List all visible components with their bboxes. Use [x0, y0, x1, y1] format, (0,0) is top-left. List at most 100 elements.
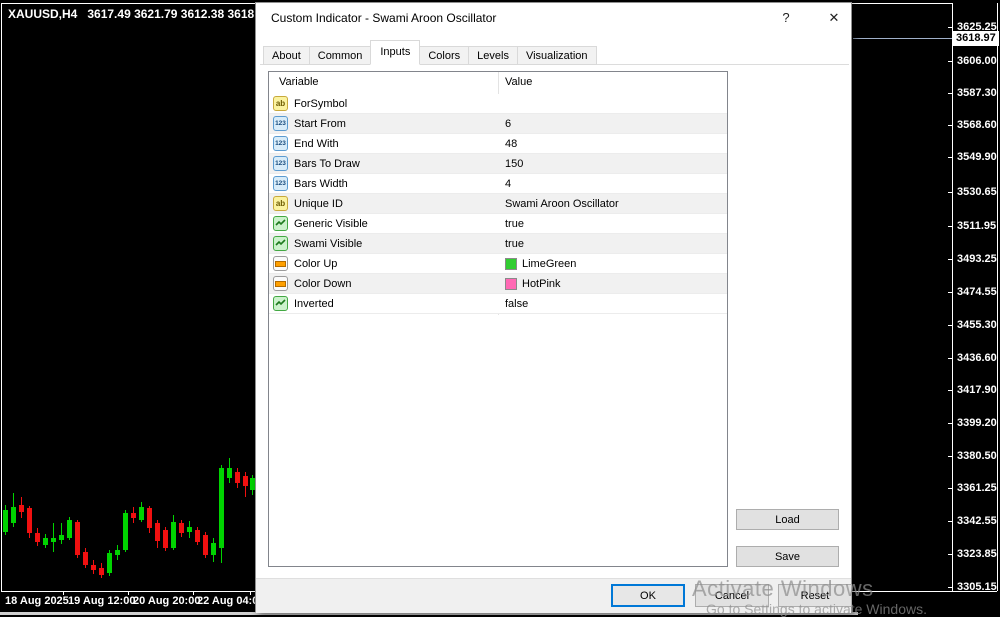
ok-button[interactable]: OK: [611, 584, 685, 607]
custom-indicator-dialog: Custom Indicator - Swami Aroon Oscillato…: [255, 2, 852, 613]
color-type-icon: [273, 256, 288, 271]
tab-levels[interactable]: Levels: [468, 46, 518, 65]
param-value-cell: true: [505, 234, 725, 253]
tab-about[interactable]: About: [263, 46, 310, 65]
candle-body: [67, 520, 72, 538]
time-tick: [193, 591, 194, 595]
candle-body: [3, 510, 8, 532]
param-value: 150: [505, 157, 524, 170]
candle-body: [83, 552, 88, 565]
price-tick: [948, 358, 953, 359]
price-tick: [948, 259, 953, 260]
param-row-swami-visible[interactable]: Swami Visible true: [269, 234, 727, 254]
time-label: 20 Aug 20:00: [133, 595, 201, 607]
tab-inputs[interactable]: Inputs: [370, 40, 421, 65]
param-row-generic-visible[interactable]: Generic Visible true: [269, 214, 727, 234]
param-value: false: [505, 297, 529, 310]
param-value: HotPink: [522, 277, 561, 290]
param-row-end-with[interactable]: 123 End With 48: [269, 134, 727, 154]
candle-body: [19, 505, 24, 512]
param-name: Inverted: [294, 297, 334, 310]
param-name: Color Down: [294, 277, 352, 290]
time-label: 18 Aug 2025: [5, 595, 69, 607]
candle-body: [27, 508, 32, 533]
param-value-cell: 150: [505, 154, 725, 173]
time-tick: [63, 591, 64, 595]
param-name-cell: 123 End With: [273, 134, 495, 153]
inputs-table: Variable Value ab ForSymbol 123 Start From 6…: [268, 71, 728, 567]
color-swatch: [505, 277, 517, 290]
param-row-inverted[interactable]: Inverted false: [269, 294, 727, 314]
column-header-variable: Variable: [279, 76, 319, 88]
price-label: 3323.85: [957, 548, 997, 560]
candle-body: [11, 507, 16, 523]
candle-body: [107, 553, 112, 573]
price-tick: [948, 27, 953, 28]
param-name: Generic Visible: [294, 217, 368, 230]
candle-body: [163, 530, 168, 548]
close-icon[interactable]: ✕: [818, 3, 850, 33]
price-tick: [948, 423, 953, 424]
candle-body: [243, 476, 248, 486]
param-name-cell: Generic Visible: [273, 214, 495, 233]
price-label: 3549.90: [957, 151, 997, 163]
param-name: Unique ID: [294, 197, 343, 210]
param-name: Swami Visible: [294, 237, 363, 250]
price-label: 3361.25: [957, 482, 997, 494]
help-button[interactable]: ?: [772, 3, 800, 33]
candle-body: [35, 533, 40, 542]
dialog-title: Custom Indicator - Swami Aroon Oscillato…: [271, 11, 497, 25]
int-type-icon: 123: [273, 116, 288, 131]
candle-body: [115, 550, 120, 555]
save-button[interactable]: Save: [736, 546, 839, 567]
param-row-bars-to-draw[interactable]: 123 Bars To Draw 150: [269, 154, 727, 174]
candle-body: [123, 513, 128, 550]
param-row-color-down[interactable]: Color Down HotPink: [269, 274, 727, 294]
candle-wick: [61, 523, 62, 544]
param-value-cell: 48: [505, 134, 725, 153]
int-type-icon: 123: [273, 136, 288, 151]
load-button[interactable]: Load: [736, 509, 839, 530]
param-row-unique-id[interactable]: ab Unique ID Swami Aroon Oscillator: [269, 194, 727, 214]
param-row-bars-width[interactable]: 123 Bars Width 4: [269, 174, 727, 194]
param-value: Swami Aroon Oscillator: [505, 197, 619, 210]
tab-common[interactable]: Common: [308, 46, 372, 65]
tab-visualization[interactable]: Visualization: [516, 46, 597, 65]
param-row-color-up[interactable]: Color Up LimeGreen: [269, 254, 727, 274]
param-name: Bars Width: [294, 177, 348, 190]
price-tick: [948, 125, 953, 126]
param-value-cell: false: [505, 294, 725, 313]
dialog-tabs: About Common Inputs Colors Levels Visualizati…: [263, 40, 597, 65]
param-name: End With: [294, 137, 339, 150]
price-tick: [948, 61, 953, 62]
param-value-cell: 4: [505, 174, 725, 193]
candle-body: [211, 543, 216, 555]
bool-type-icon: [273, 296, 288, 311]
candle-body: [91, 565, 96, 570]
param-name: Color Up: [294, 257, 338, 270]
param-value: 4: [505, 177, 512, 190]
param-name-cell: Swami Visible: [273, 234, 495, 253]
param-name: ForSymbol: [294, 97, 348, 110]
price-tick: [948, 456, 953, 457]
param-name-cell: 123 Bars Width: [273, 174, 495, 193]
candle-body: [75, 522, 80, 555]
param-name-cell: Color Up: [273, 254, 495, 273]
chart-left-border: [1, 3, 2, 591]
param-name: Start From: [294, 117, 346, 130]
price-tick: [948, 390, 953, 391]
param-value-cell: Swami Aroon Oscillator: [505, 194, 725, 213]
price-tick: [948, 488, 953, 489]
param-row-start-from[interactable]: 123 Start From 6: [269, 114, 727, 134]
int-type-icon: 123: [273, 156, 288, 171]
tab-colors[interactable]: Colors: [419, 46, 470, 65]
param-name-cell: ab ForSymbol: [273, 94, 495, 113]
color-type-icon: [273, 276, 288, 291]
param-row-forsymbol[interactable]: ab ForSymbol: [269, 94, 727, 114]
candle-body: [147, 508, 152, 528]
param-value-cell: HotPink: [505, 274, 725, 293]
dialog-titlebar[interactable]: Custom Indicator - Swami Aroon Oscillato…: [256, 3, 851, 33]
price-axis[interactable]: 3625.25 3606.00 3587.30 3568.60 3549.90 3530.…: [948, 0, 1000, 615]
price-label: 3399.20: [957, 417, 997, 429]
chart-symbol-title: XAUUSD,H4 3617.49 3621.79 3612.38 3618.97: [8, 7, 271, 21]
